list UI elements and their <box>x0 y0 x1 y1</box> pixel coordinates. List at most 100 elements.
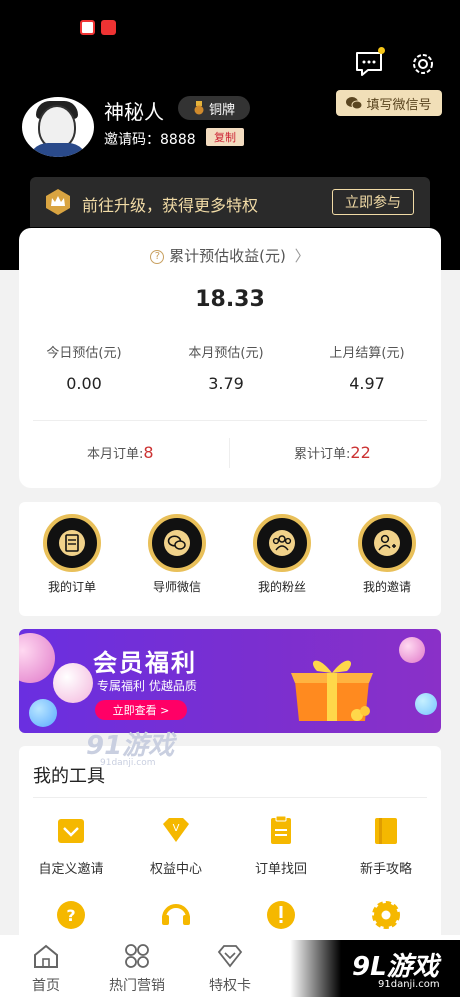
tool-rights-center[interactable]: V 权益中心 <box>126 814 226 877</box>
quick-link-invites[interactable]: 我的邀请 <box>342 514 432 595</box>
month-orders[interactable]: 本月订单:8 <box>87 443 154 462</box>
level-badge: 铜牌 <box>178 96 250 120</box>
quick-link-mentor-wechat[interactable]: 导师微信 <box>132 514 222 595</box>
service-icon <box>162 904 190 925</box>
video-app-icon <box>101 20 116 35</box>
upgrade-bar[interactable]: 前往升级，获得更多特权 立即参与 <box>30 177 430 227</box>
tool-label: 自定义邀请 <box>38 862 104 877</box>
month-orders-label: 本月订单: <box>87 447 144 462</box>
map-pin-icon <box>80 20 95 35</box>
gift-box-icon <box>291 660 373 721</box>
home-icon <box>34 944 58 968</box>
question-icon[interactable]: ? <box>150 249 165 264</box>
stat-month: 本月预估(元) 3.79 <box>156 342 296 393</box>
tool-settings[interactable] <box>336 898 436 936</box>
total-orders[interactable]: 累计订单:22 <box>294 443 371 462</box>
total-orders-count: 22 <box>350 443 371 462</box>
earnings-total: 18.33 <box>195 287 265 312</box>
bubble-decoration <box>29 699 57 727</box>
message-icon[interactable] <box>354 50 384 78</box>
nav-label: 热门营销 <box>109 978 165 994</box>
svg-text:V: V <box>173 823 180 834</box>
copy-button[interactable]: 复制 <box>206 128 244 146</box>
guide-icon <box>375 818 397 844</box>
settings-icon <box>372 901 400 929</box>
tool-newbie-guide[interactable]: 新手攻略 <box>336 814 436 877</box>
bubble-decoration <box>53 663 93 703</box>
diamond-icon <box>217 945 243 968</box>
divider <box>33 797 427 798</box>
tool-service[interactable] <box>126 898 226 936</box>
member-benefits-banner[interactable]: 会员福利 专属福利 优越品质 立即查看 > <box>19 629 441 733</box>
earnings-title-row[interactable]: ? 累计预估收益(元) 〉 <box>19 245 441 266</box>
earnings-card: ? 累计预估收益(元) 〉 18.33 今日预估(元) 0.00 本月预估(元)… <box>19 228 441 488</box>
chevron-right-icon: 〉 <box>294 247 310 265</box>
month-orders-count: 8 <box>143 443 154 462</box>
tool-custom-invite[interactable]: 自定义邀请 <box>21 814 121 877</box>
quick-link-label: 我的粉丝 <box>257 580 306 594</box>
alert-icon <box>267 901 295 929</box>
nickname: 神秘人 <box>104 100 164 124</box>
custom-invite-icon <box>58 819 84 843</box>
rights-icon: V <box>163 818 189 842</box>
upgrade-text: 前往升级，获得更多特权 <box>82 196 259 215</box>
nav-home[interactable]: 首页 <box>6 943 86 995</box>
nav-privilege-card[interactable]: 特权卡 <box>190 943 270 995</box>
badge-label: 铜牌 <box>208 102 235 118</box>
view-now-button[interactable]: 立即查看 > <box>95 700 187 720</box>
nav-label: 特权卡 <box>209 978 251 994</box>
stat-today: 今日预估(元) 0.00 <box>14 342 154 393</box>
site-logo: 9L游戏 91danji.com <box>290 940 460 997</box>
status-bar-icons <box>80 20 116 35</box>
my-tools-section: 我的工具 自定义邀请 V 权益中心 订单找回 新手攻略 ? <box>19 746 441 936</box>
help-icon: ? <box>57 901 85 929</box>
wechat-icon <box>164 530 190 556</box>
grid-icon <box>125 944 149 968</box>
quick-link-orders[interactable]: 我的订单 <box>27 514 117 595</box>
tool-order-retrieve[interactable]: 订单找回 <box>231 814 331 877</box>
stat-label: 上月结算(元) <box>329 346 405 361</box>
join-now-button[interactable]: 立即参与 <box>332 189 414 215</box>
medal-icon <box>194 101 204 115</box>
quick-link-label: 我的邀请 <box>362 580 411 594</box>
stat-value: 3.79 <box>208 374 244 393</box>
banner-subtitle: 专属福利 优越品质 <box>97 679 197 693</box>
tool-label: 权益中心 <box>149 862 202 877</box>
total-orders-label: 累计订单: <box>294 447 351 462</box>
nav-hot-marketing[interactable]: 热门营销 <box>97 943 177 995</box>
svg-text:?: ? <box>66 906 75 925</box>
order-retrieve-icon <box>271 815 291 844</box>
gear-icon[interactable] <box>408 50 438 78</box>
order-icon <box>59 530 85 556</box>
stat-label: 今日预估(元) <box>46 346 122 361</box>
logo-text: 9L游戏 <box>352 952 439 982</box>
stat-value: 4.97 <box>349 374 385 393</box>
fill-wechat-button[interactable]: 填写微信号 <box>336 90 442 116</box>
avatar[interactable] <box>22 97 94 157</box>
invite-icon <box>374 530 400 556</box>
logo-url: 91danji.com <box>378 979 440 990</box>
notification-dot <box>378 47 385 54</box>
stat-last-month: 上月结算(元) 4.97 <box>297 342 437 393</box>
watermark-text: 91游戏 <box>86 731 175 761</box>
wechat-icon <box>346 96 363 109</box>
tool-alert[interactable] <box>231 898 331 936</box>
tool-label: 订单找回 <box>254 862 307 877</box>
crown-icon <box>46 189 70 215</box>
stat-value: 0.00 <box>66 374 102 393</box>
quick-link-fans[interactable]: 我的粉丝 <box>237 514 327 595</box>
wechat-tag-label: 填写微信号 <box>366 97 432 113</box>
quick-links: 我的订单 导师微信 我的粉丝 我的邀请 <box>19 502 441 616</box>
bubble-decoration <box>415 693 437 715</box>
divider <box>33 420 427 421</box>
banner-title: 会员福利 <box>93 649 197 677</box>
invite-code: 邀请码：8888 <box>104 132 196 148</box>
watermark: 91游戏 91danji.com <box>86 725 174 768</box>
bubble-decoration <box>399 637 425 663</box>
stat-label: 本月预估(元) <box>188 346 264 361</box>
bubble-decoration <box>19 633 55 683</box>
quick-link-label: 导师微信 <box>152 580 201 594</box>
tool-help[interactable]: ? <box>21 898 121 936</box>
fans-icon <box>269 530 295 556</box>
divider <box>229 438 230 468</box>
